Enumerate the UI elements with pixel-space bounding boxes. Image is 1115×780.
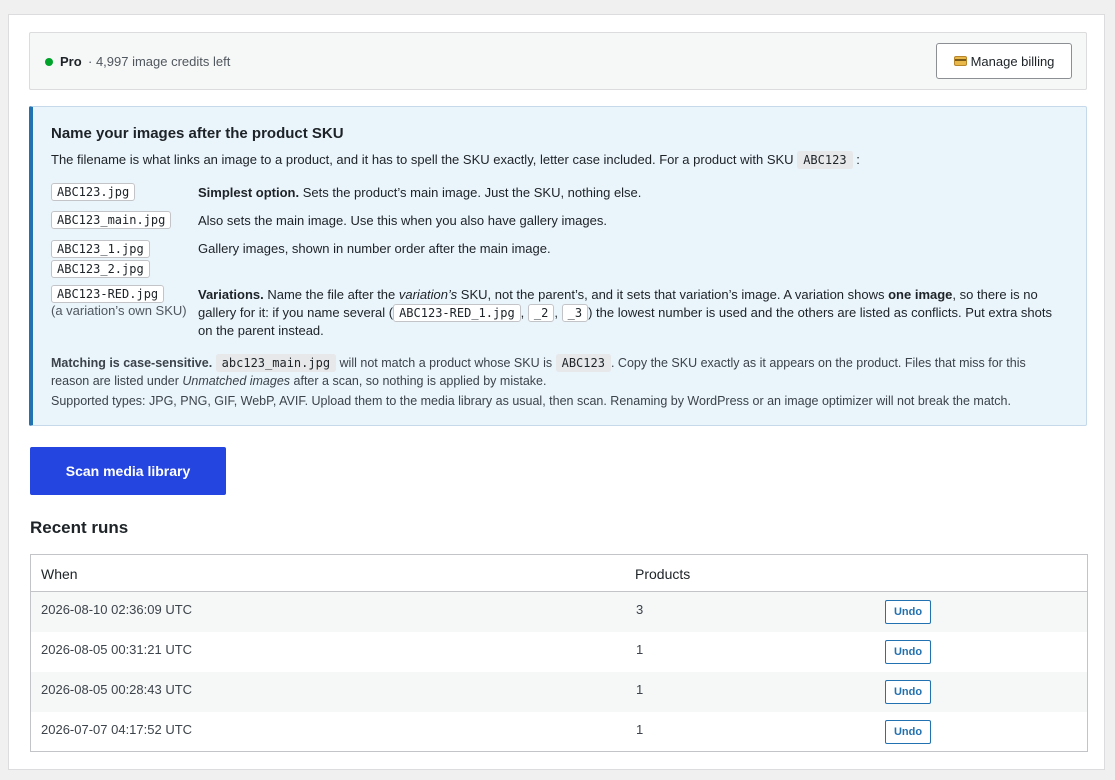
credit-card-icon: [953, 56, 967, 66]
settings-panel: Pro · 4,997 image credits left Manage bi…: [8, 14, 1105, 770]
row-text: Gallery images, shown in number order af…: [198, 241, 551, 256]
scan-media-library-button[interactable]: Scan media library: [30, 447, 226, 495]
filename-code: ABC123_2.jpg: [51, 260, 150, 278]
recent-runs-table: When Products 2026-08-10 02:36:09 UTC 3 …: [30, 554, 1088, 752]
table-header: When Products: [31, 555, 1087, 592]
filename-code: ABC123_main.jpg: [51, 211, 172, 229]
variation-note: (a variation’s own SKU): [51, 303, 187, 318]
row-strong: Simplest option.: [198, 185, 300, 200]
table-row: 2026-07-07 04:17:52 UTC 1 Undo: [31, 712, 1087, 752]
notice-title: Name your images after the product SKU: [51, 125, 344, 142]
lead-text: The filename is what links an image to a…: [51, 152, 794, 167]
undo-button[interactable]: Undo: [885, 640, 931, 664]
row-text: Also sets the main image. Use this when …: [198, 213, 607, 228]
variation-code: _2: [527, 304, 555, 322]
recent-runs-title: Recent runs: [30, 518, 129, 537]
run-when: 2026-07-07 04:17:52 UTC: [41, 722, 193, 737]
manage-billing-button[interactable]: Manage billing: [936, 43, 1072, 79]
plan-name: Pro: [60, 54, 82, 69]
undo-button[interactable]: Undo: [885, 720, 931, 744]
case-sensitive-note: Matching is case-sensitive. abc123_main.…: [51, 354, 1026, 388]
undo-button[interactable]: Undo: [885, 600, 931, 624]
lead-sku-code: ABC123: [797, 151, 853, 169]
case-example-code: abc123_main.jpg: [215, 354, 337, 372]
column-when: When: [41, 566, 78, 582]
case-sku-code: ABC123: [555, 354, 611, 372]
filename-code: ABC123_1.jpg: [51, 240, 150, 258]
run-when: 2026-08-05 00:31:21 UTC: [41, 642, 193, 657]
run-products: 1: [636, 722, 644, 737]
row-text: Sets the product’s main image. Just the …: [299, 185, 642, 200]
run-products: 1: [636, 682, 644, 697]
variation-code: ABC123-RED_1.jpg: [393, 304, 521, 322]
notice-lead: The filename is what links an image to a…: [51, 151, 860, 169]
supported-types-note: Supported types: JPG, PNG, GIF, WebP, AV…: [51, 394, 1011, 408]
run-products: 1: [636, 642, 644, 657]
lead-end: :: [856, 152, 860, 167]
undo-button[interactable]: Undo: [885, 680, 931, 704]
column-products: Products: [635, 566, 691, 582]
variation-description: Variations. Name the file after the vari…: [198, 287, 1052, 338]
run-when: 2026-08-10 02:36:09 UTC: [41, 602, 193, 617]
status-dot-icon: [45, 58, 53, 66]
filename-code: ABC123.jpg: [51, 183, 136, 201]
run-when: 2026-08-05 00:28:43 UTC: [41, 682, 193, 697]
run-products: 3: [636, 602, 644, 617]
sku-naming-notice: Name your images after the product SKU T…: [29, 106, 1087, 426]
filename-code: ABC123-RED.jpg: [51, 285, 165, 303]
plan-status-bar: Pro · 4,997 image credits left Manage bi…: [29, 32, 1087, 90]
credits-remaining: · 4,997 image credits left: [88, 54, 231, 69]
table-row: 2026-08-05 00:28:43 UTC 1 Undo: [31, 672, 1087, 712]
table-row: 2026-08-10 02:36:09 UTC 3 Undo: [31, 592, 1087, 632]
variation-code: _3: [561, 304, 589, 322]
table-row: 2026-08-05 00:31:21 UTC 1 Undo: [31, 632, 1087, 672]
manage-billing-label: Manage billing: [970, 53, 1055, 69]
